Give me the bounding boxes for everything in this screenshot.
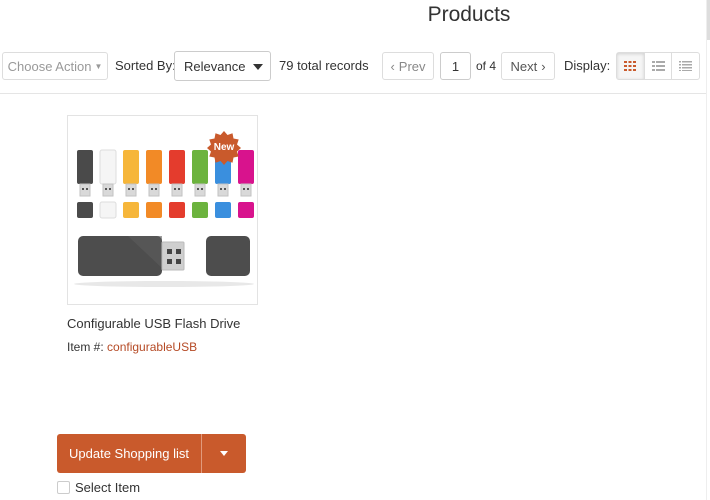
- display-label: Display:: [564, 58, 611, 73]
- page-number-input[interactable]: 1: [440, 52, 471, 80]
- chevron-right-icon: ›: [541, 58, 546, 74]
- item-number-link[interactable]: configurableUSB: [107, 340, 197, 354]
- view-toggle-group: [616, 52, 700, 80]
- select-item[interactable]: Select Item: [57, 480, 140, 495]
- select-item-checkbox[interactable]: [57, 481, 70, 494]
- select-item-label: Select Item: [75, 480, 141, 495]
- page-count: of 4: [476, 59, 497, 73]
- shopping-list-dropdown-toggle[interactable]: [202, 434, 246, 473]
- update-shopping-list-button[interactable]: Update Shopping list: [57, 434, 202, 473]
- product-name[interactable]: Configurable USB Flash Drive: [67, 316, 240, 331]
- next-label: Next: [510, 58, 538, 74]
- dropdown-arrow-icon: [253, 64, 263, 70]
- update-shopping-list-group: Update Shopping list: [57, 434, 246, 473]
- new-badge-label: New: [213, 142, 235, 153]
- scrollbar[interactable]: [706, 0, 710, 500]
- page-title: Products: [427, 3, 511, 26]
- item-number-label: Item #:: [67, 340, 104, 354]
- sort-select-value: Relevance: [184, 58, 246, 74]
- list-view-icon: [651, 61, 665, 71]
- sort-select[interactable]: Relevance: [174, 51, 271, 81]
- usb-large-drive: [74, 236, 254, 287]
- usb-drive-4: [146, 150, 162, 218]
- grid-view-button[interactable]: [617, 53, 645, 79]
- usb-drive-1: [77, 150, 93, 218]
- usb-drive-5: [169, 150, 185, 218]
- caret-down-icon: [220, 451, 228, 456]
- item-number-line: Item #: configurableUSB: [67, 340, 197, 354]
- compact-list-icon: [679, 61, 693, 71]
- caret-down-icon: ▼: [94, 61, 103, 71]
- list-view-button[interactable]: [645, 53, 673, 79]
- chevron-left-icon: ‹: [390, 58, 395, 74]
- compact-list-button[interactable]: [672, 53, 699, 79]
- choose-action-button[interactable]: Choose Action ▼: [2, 52, 108, 80]
- prev-label: Prev: [398, 58, 426, 74]
- usb-drive-2: [99, 149, 117, 219]
- choose-action-label: Choose Action: [7, 58, 92, 74]
- sorted-by-label: Sorted By:: [115, 58, 176, 73]
- next-page-button[interactable]: Next ›: [501, 52, 555, 80]
- total-records: 79 total records: [279, 58, 369, 73]
- grid-view-icon: [624, 61, 637, 71]
- usb-drive-3: [123, 150, 139, 218]
- usb-drive-6: [192, 150, 208, 218]
- prev-page-button[interactable]: ‹ Prev: [382, 52, 434, 80]
- toolbar-divider: [0, 93, 706, 94]
- toolbar: Choose Action ▼ Sorted By: Relevance 79 …: [0, 51, 706, 81]
